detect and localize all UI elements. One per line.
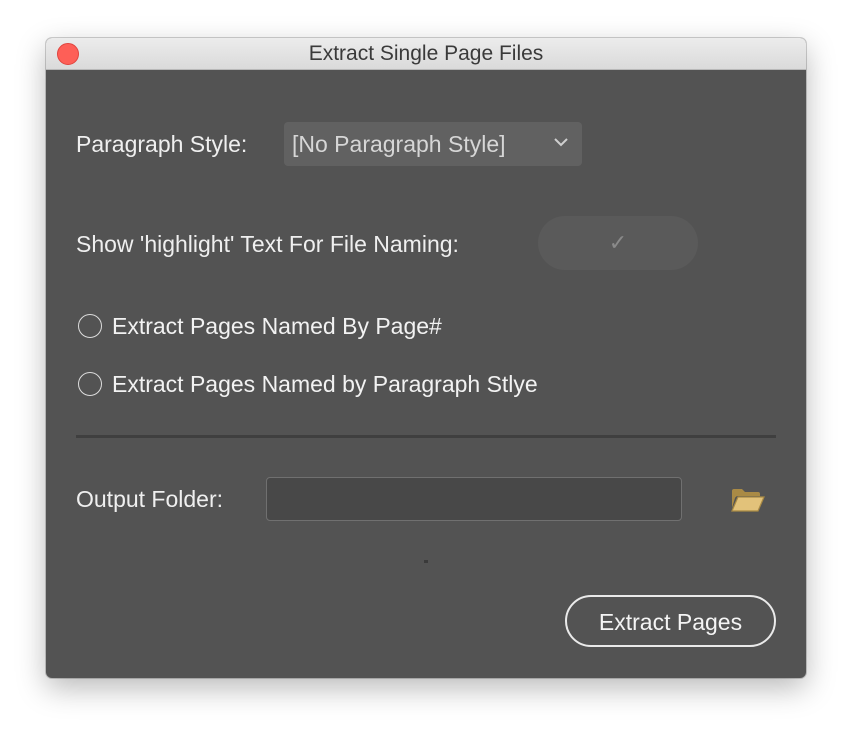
paragraph-style-dropdown[interactable]: [No Paragraph Style] (284, 122, 582, 166)
paragraph-style-value: [No Paragraph Style] (292, 131, 506, 157)
separator-dot (424, 560, 428, 563)
option-label: Extract Pages Named by Paragraph Stlye (112, 371, 538, 397)
output-folder-input[interactable] (266, 477, 682, 521)
title-bar[interactable]: Extract Single Page Files (46, 38, 806, 70)
checkmark-icon: ✓ (608, 230, 628, 255)
chevron-down-icon (554, 138, 568, 147)
highlight-text-toggle[interactable]: ✓ (538, 216, 698, 270)
folder-open-icon[interactable] (730, 486, 766, 514)
paragraph-style-label: Paragraph Style: (76, 131, 248, 157)
dialog-window: Extract Single Page Files Paragraph Styl… (46, 38, 806, 678)
extract-pages-button[interactable]: Extract Pages (565, 595, 776, 647)
section-divider (76, 435, 776, 438)
highlight-text-label: Show 'highlight' Text For File Naming: (76, 231, 459, 257)
output-folder-label: Output Folder: (76, 486, 224, 512)
option-label: Extract Pages Named By Page# (112, 313, 442, 339)
window-title: Extract Single Page Files (308, 42, 544, 65)
radio-button[interactable] (78, 314, 102, 338)
radio-button[interactable] (78, 372, 102, 396)
